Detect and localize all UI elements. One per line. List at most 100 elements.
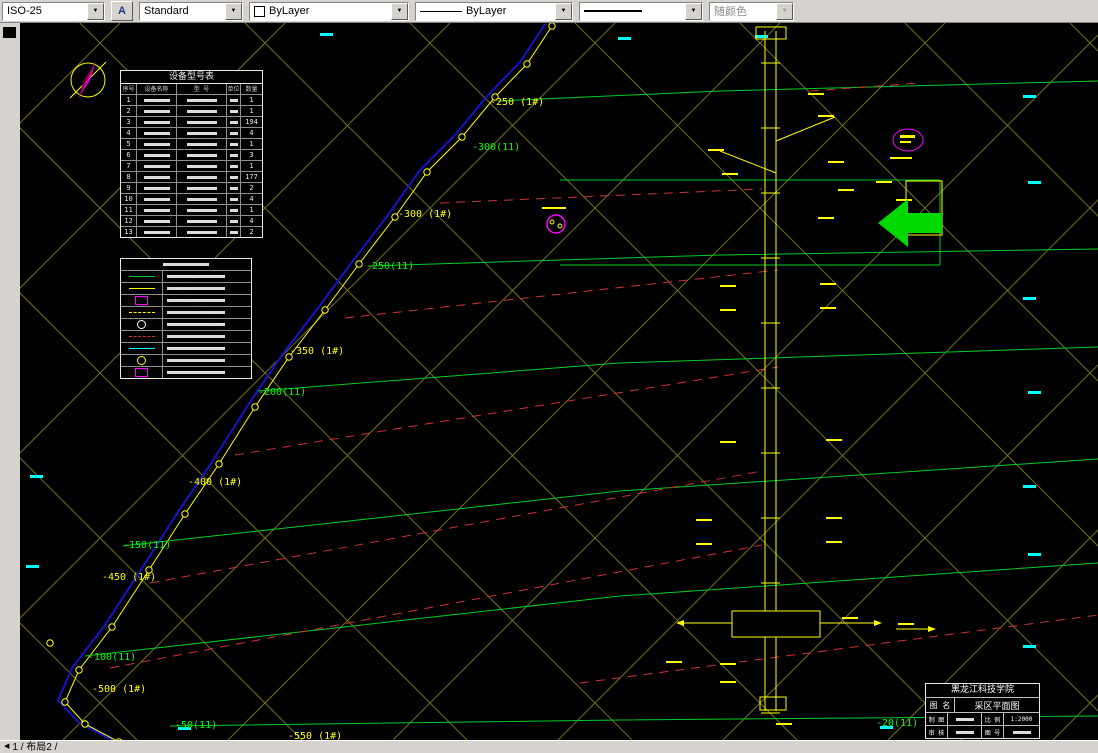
elevation-label: -200(11) — [258, 387, 306, 398]
annotation-bar — [720, 309, 736, 311]
color-swatch-icon — [254, 5, 265, 17]
legend-item — [121, 331, 251, 343]
chevron-down-icon[interactable]: ▼ — [87, 2, 104, 20]
chevron-down-icon[interactable]: ▼ — [391, 2, 408, 20]
borehole-symbol — [137, 320, 146, 329]
equipment-table-body: 序号 设备名称型 号单位 数量 1 1 2 1 3 194 4 4 5 1 6 3 7 1 8 177 9 2 10 4 11… — [121, 84, 262, 237]
annotation-bar — [826, 439, 842, 441]
title-block-cell-label: 比 例 — [982, 713, 1004, 725]
elevation-label: -300 (1#) — [398, 209, 452, 220]
roadway-dash-symbol — [128, 312, 155, 313]
layout-tab-bar: ◀ 1 / 布局2 / — [0, 740, 1098, 753]
annotation-bar — [896, 199, 912, 201]
linetype-control-combo[interactable]: ByLayer ▼ — [415, 1, 573, 21]
legend-item — [121, 307, 251, 319]
title-block-school: 黑龙江科技学院 — [926, 684, 1039, 698]
shaft-structure — [666, 26, 943, 725]
table-row: 8 177 — [121, 172, 262, 183]
hoist-room-symbol — [135, 368, 148, 377]
color-value: ByLayer — [269, 5, 310, 17]
annotation-bar — [826, 541, 842, 543]
chevron-down-icon: ▼ — [776, 2, 793, 20]
annotation-bar — [720, 663, 736, 665]
title-block-drawing-name: 采区平面图 — [974, 701, 1020, 712]
elevation-label: -100(11) — [88, 652, 136, 663]
elevation-label: -350 (1#) — [290, 346, 344, 357]
title-block-cell-label: 制 图 — [926, 713, 948, 725]
drawing-canvas[interactable]: -250 (1#) -300(11) -300 (1#) -250(11) -350 (… — [20, 23, 1098, 740]
legend-item — [121, 355, 251, 367]
table-row: 13 2 — [121, 227, 262, 237]
title-block-cell-label: 图 号 — [982, 726, 1004, 738]
title-block-cell-label: 审 核 — [926, 726, 948, 738]
annotation-bar — [820, 283, 836, 285]
title-block-cell-value — [948, 713, 982, 725]
elevation-label: -150(11) — [123, 540, 171, 551]
chevron-down-icon[interactable]: ▼ — [685, 2, 702, 20]
annotation-bar — [838, 189, 854, 191]
legend-item — [121, 295, 251, 307]
legend-item — [121, 271, 251, 283]
shaft-circle-symbol — [137, 356, 146, 365]
legend-title-row — [121, 259, 251, 271]
text-style-value: Standard — [144, 5, 189, 17]
linetype-value: ByLayer — [466, 5, 507, 17]
hoist-symbol — [890, 128, 924, 159]
elevation-label: -20(11) — [876, 718, 918, 729]
direction-arrow — [878, 199, 942, 247]
title-block-cell-value — [1004, 726, 1039, 738]
seam-floor-dash-symbol — [128, 336, 155, 337]
elevation-label: -250 (1#) — [490, 97, 544, 108]
chevron-down-icon[interactable]: ▼ — [555, 2, 572, 20]
linetype-sample-icon — [420, 10, 462, 12]
annotation-bar — [842, 617, 858, 619]
legend-item — [121, 367, 251, 378]
annotation-bar — [696, 543, 712, 545]
annotation-bar — [720, 285, 736, 287]
table-row: 71 — [121, 161, 262, 172]
layout-tabs[interactable]: 1 / 布局2 / — [12, 742, 57, 753]
annotation-bar — [818, 217, 834, 219]
chevron-down-icon[interactable]: ▼ — [225, 2, 242, 20]
autocad-window: ISO-25 ▼ A Standard ▼ ByLayer ▼ ByLayer … — [0, 0, 1098, 753]
contour-line-symbol — [128, 276, 155, 277]
annotation-bar — [722, 173, 738, 175]
lineweight-control-combo[interactable]: ▼ — [579, 1, 703, 21]
title-block-cells: 制 图 比 例 1:2000 审 核 图 号 — [926, 713, 1039, 738]
tab-scroll-icon[interactable]: ◀ — [4, 742, 9, 752]
annotation-bar — [708, 149, 724, 151]
annotation-bar — [826, 517, 842, 519]
annotation-bar — [820, 307, 836, 309]
compass-north-arrow — [69, 61, 107, 99]
dim-style-combo[interactable]: ISO-25 ▼ — [2, 1, 105, 21]
text-style-icon[interactable]: A — [111, 1, 133, 21]
text-style-combo[interactable]: Standard ▼ — [139, 1, 243, 21]
color-control-combo[interactable]: ByLayer ▼ — [249, 1, 409, 21]
legend-item — [121, 343, 251, 355]
annotation-bar — [720, 681, 736, 683]
table-row: 3 194 — [121, 117, 262, 128]
equipment-table-title: 设备型号表 — [121, 71, 262, 84]
legend-item — [121, 283, 251, 295]
table-row: 10 4 — [121, 194, 262, 205]
table-row: 12 4 — [121, 216, 262, 227]
legend-item — [121, 319, 251, 331]
annotation-bar — [876, 181, 892, 183]
dim-style-value: ISO-25 — [7, 5, 42, 17]
plot-style-combo: 随颜色 ▼ — [709, 1, 794, 21]
table-row: 63 — [121, 150, 262, 161]
table-row: 21 — [121, 106, 262, 117]
legend-table — [120, 258, 252, 379]
table-row: 11 1 — [121, 205, 262, 216]
elevation-label: -400 (1#) — [188, 477, 242, 488]
title-block: 黑龙江科技学院 图 名 采区平面图 制 图 比 例 1:2000 审 核 图 号 — [925, 683, 1040, 739]
substation-symbol — [135, 296, 148, 305]
annotation-bar — [828, 161, 844, 163]
annotation-bar — [720, 441, 736, 443]
fault-line-symbol — [128, 288, 155, 289]
elevation-label: -250(11) — [366, 261, 414, 272]
workspace: -250 (1#) -300(11) -300 (1#) -250(11) -350 (… — [0, 23, 1098, 740]
annotation-bar — [666, 661, 682, 663]
title-block-cell-value: 1:2000 — [1010, 715, 1033, 723]
dock-grip-icon — [3, 27, 16, 38]
